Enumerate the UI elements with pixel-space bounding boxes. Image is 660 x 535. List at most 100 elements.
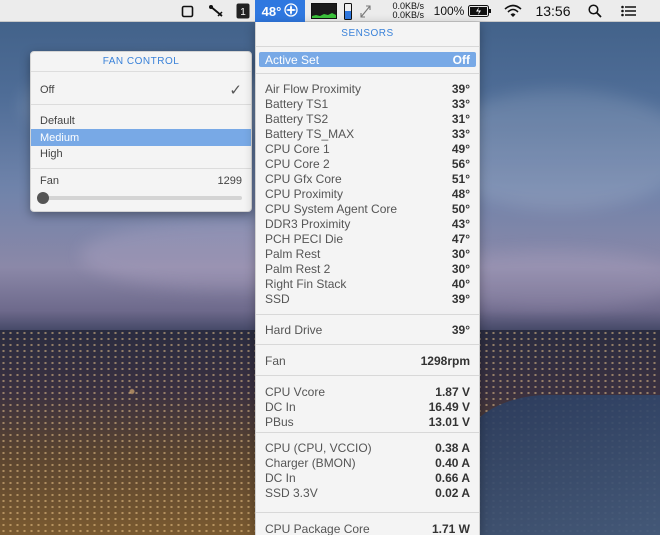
sensor-value: 13.01 V <box>428 414 470 429</box>
sensor-row: CPU Core 1 49° <box>265 141 470 156</box>
one-icon[interactable]: 1 <box>234 0 252 22</box>
sensor-row: CPU Core 2 56° <box>265 156 470 171</box>
sensor-value: 1.71 W <box>431 521 470 535</box>
sensor-value: 39° <box>451 291 470 306</box>
sensor-value: 33° <box>451 126 470 141</box>
sensor-row: Air Flow Proximity 39° <box>265 81 470 96</box>
fan-option-label: High <box>40 147 63 160</box>
sensor-row: SSD 3.3V 0.02 A <box>265 485 470 500</box>
fan-icon <box>284 2 298 20</box>
sensor-label: CPU Core 2 <box>265 156 330 171</box>
active-set-label: Active Set <box>265 52 320 67</box>
svg-text:1: 1 <box>240 7 246 18</box>
section-divider <box>256 432 479 433</box>
sensor-label: Air Flow Proximity <box>265 81 362 96</box>
sensor-value: 39° <box>451 81 470 96</box>
sensor-row: Right Fin Stack 40° <box>265 276 470 291</box>
fan-label: Fan <box>40 174 59 187</box>
sensor-row: CPU System Agent Core 50° <box>265 201 470 216</box>
memory-icon[interactable] <box>342 0 354 22</box>
sensor-label: Battery TS1 <box>265 96 329 111</box>
sensor-value: 47° <box>451 231 470 246</box>
sensor-label: DC In <box>265 399 296 414</box>
section-divider <box>256 314 479 315</box>
sensor-label: SSD 3.3V <box>265 485 318 500</box>
sensor-value: 0.38 A <box>435 440 470 455</box>
sensor-row: Charger (BMON) 0.40 A <box>265 455 470 470</box>
sensor-label: PCH PECI Die <box>265 231 344 246</box>
section-divider <box>256 375 479 376</box>
sensor-row: Battery TS1 33° <box>265 96 470 111</box>
fan-speed-slider[interactable] <box>37 192 242 204</box>
sensor-row: Battery TS2 31° <box>265 111 470 126</box>
sensors-panel: SENSORS Active Set Off Air Flow Proximit… <box>255 22 480 535</box>
sensor-value: 1298rpm <box>420 353 470 368</box>
tools-icon[interactable] <box>205 0 227 22</box>
sensor-label: CPU (CPU, VCCIO) <box>265 440 372 455</box>
sensors-title: SENSORS <box>341 28 394 39</box>
sensor-value: 30° <box>451 246 470 261</box>
fan-option-default[interactable]: Default <box>31 112 251 129</box>
sensor-row: CPU (CPU, VCCIO) 0.38 A <box>265 440 470 455</box>
sensor-row: DC In 16.49 V <box>265 399 470 414</box>
sensor-value: 16.49 V <box>428 399 470 414</box>
wifi-icon[interactable] <box>502 0 524 22</box>
sensor-row: PBus 13.01 V <box>265 414 470 429</box>
fan-control-panel: FAN CONTROL Off ✓ Default Medium High Fa… <box>30 51 252 212</box>
search-icon[interactable] <box>586 0 604 22</box>
fan-speed-value: 1299 <box>217 174 242 187</box>
arrows-icon[interactable] <box>358 0 372 22</box>
temperature-value: 48° <box>261 3 282 19</box>
sensor-row: SSD 39° <box>265 291 470 306</box>
sensor-value: 1.87 V <box>435 384 470 399</box>
battery-percent[interactable]: 100% <box>433 0 465 22</box>
sensor-label: Palm Rest 2 <box>265 261 331 276</box>
fan-speed-row: Fan 1299 <box>31 172 251 189</box>
window-icon[interactable] <box>177 0 197 22</box>
sensor-value: 56° <box>451 156 470 171</box>
sensor-value: 0.02 A <box>435 485 470 500</box>
sensor-value: 40° <box>451 276 470 291</box>
fan-option-high[interactable]: High <box>31 145 251 162</box>
sensor-value: 50° <box>451 201 470 216</box>
fan-off-label: Off <box>40 83 55 96</box>
sensor-label: Fan <box>265 353 286 368</box>
sensor-label: CPU Gfx Core <box>265 171 342 186</box>
sensor-row: Palm Rest 2 30° <box>265 261 470 276</box>
sensor-row: CPU Proximity 48° <box>265 186 470 201</box>
active-set-row[interactable]: Active Set Off <box>259 52 476 67</box>
sensor-row: CPU Package Core 1.71 W <box>265 521 470 535</box>
sensor-row: PCH PECI Die 47° <box>265 231 470 246</box>
sensor-value: 0.40 A <box>435 455 470 470</box>
fan-option-label: Default <box>40 114 75 127</box>
battery-icon[interactable] <box>467 0 493 22</box>
sensor-row: CPU Vcore 1.87 V <box>265 384 470 399</box>
active-set-value: Off <box>452 52 470 67</box>
net-down: 0.0KB/s <box>392 10 424 20</box>
sensor-label: CPU Vcore <box>265 384 326 399</box>
sensor-label: DDR3 Proximity <box>265 216 351 231</box>
sensor-value: 51° <box>451 171 470 186</box>
fan-option-off[interactable]: Off ✓ <box>31 81 251 99</box>
sensor-value: 48° <box>451 186 470 201</box>
sensor-label: CPU Proximity <box>265 186 344 201</box>
clock[interactable]: 13:56 <box>532 0 574 22</box>
temperature-menu[interactable]: 48° <box>255 0 305 22</box>
sensor-value: 39° <box>451 322 470 337</box>
sensor-row: Battery TS_MAX 33° <box>265 126 470 141</box>
section-divider <box>256 344 479 345</box>
network-stats[interactable]: 0.0KB/s 0.0KB/s <box>382 0 424 22</box>
fan-option-medium[interactable]: Medium <box>31 129 251 146</box>
sensor-label: DC In <box>265 470 296 485</box>
slider-knob[interactable] <box>37 192 49 204</box>
cpu-graph-icon[interactable] <box>310 0 338 22</box>
sensor-row: Palm Rest 30° <box>265 246 470 261</box>
sensor-label: CPU Core 1 <box>265 141 330 156</box>
sensor-row: DDR3 Proximity 43° <box>265 216 470 231</box>
sensor-value: 30° <box>451 261 470 276</box>
list-icon[interactable] <box>618 0 638 22</box>
sensor-value: 49° <box>451 141 470 156</box>
sensor-label: PBus <box>265 414 294 429</box>
fan-control-title: FAN CONTROL <box>31 52 251 72</box>
menu-bar: 1 48° 0.0KB/s 0.0KB/s 100% 13:56 <box>0 0 660 22</box>
